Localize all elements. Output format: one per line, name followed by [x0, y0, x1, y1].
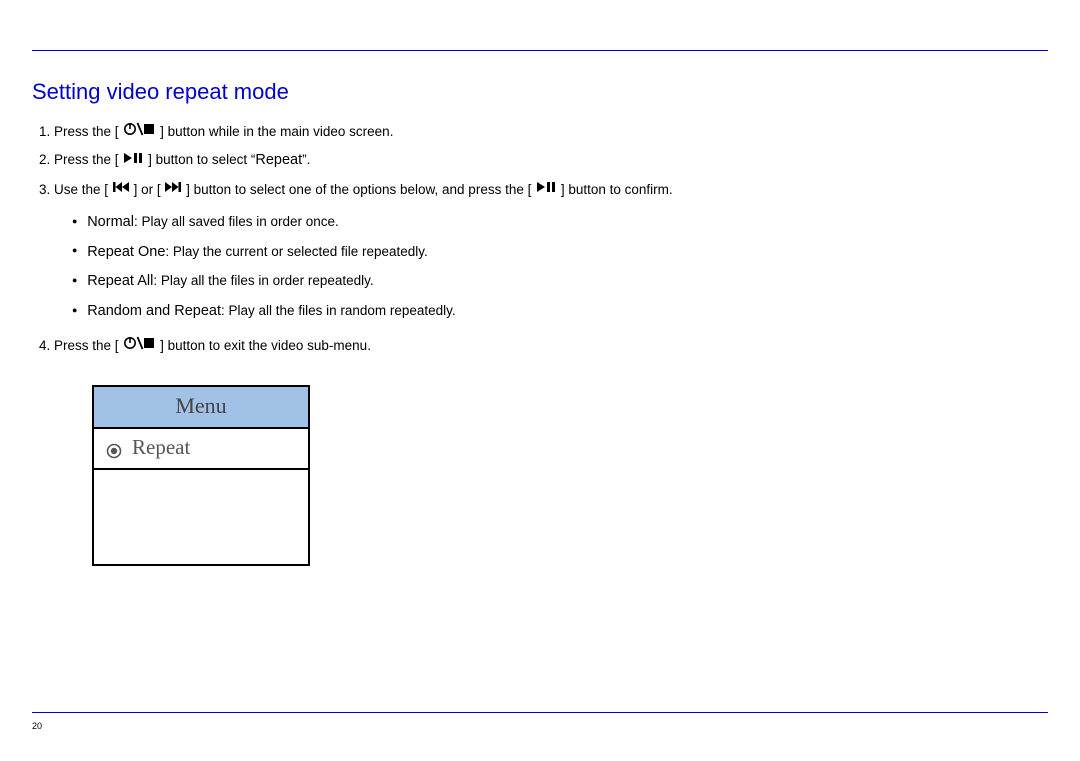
section-heading: Setting video repeat mode — [32, 79, 1048, 105]
option-normal-desc: : Play all saved files in order once. — [134, 214, 339, 229]
option-random-name: Random and Repeat — [87, 303, 221, 319]
option-normal-name: Normal — [87, 214, 134, 230]
option-normal: Normal: Play all saved files in order on… — [72, 209, 1048, 237]
step-2-text-b: ] button to select “ — [148, 152, 255, 167]
option-repeat-all-name: Repeat All — [87, 273, 153, 289]
page-number: 20 — [32, 721, 42, 731]
skip-back-icon — [113, 176, 129, 202]
instruction-list: Press the [ ] button while in the main v… — [32, 119, 1048, 359]
power-stop-icon — [123, 333, 155, 359]
step-1-text-b: ] button while in the main video screen. — [160, 124, 393, 139]
step-4-text-b: ] button to exit the video sub-menu. — [160, 338, 371, 353]
step-1-text-a: Press the [ — [54, 124, 119, 139]
power-stop-icon — [123, 119, 155, 145]
skip-forward-icon — [165, 176, 181, 202]
top-rule — [32, 50, 1048, 51]
step-3-text-b: ] or [ — [134, 182, 161, 197]
option-random-desc: : Play all the files in random repeatedl… — [221, 303, 456, 318]
options-list: Normal: Play all saved files in order on… — [54, 209, 1048, 325]
option-repeat-one-name: Repeat One — [87, 244, 165, 260]
menu-title: Menu — [94, 387, 308, 429]
play-pause-icon — [123, 147, 143, 173]
option-repeat-one: Repeat One: Play the current or selected… — [72, 239, 1048, 267]
option-repeat-all: Repeat All: Play all the files in order … — [72, 268, 1048, 296]
option-repeat-one-desc: : Play the current or selected file repe… — [165, 244, 427, 259]
step-4-text-a: Press the [ — [54, 338, 119, 353]
bottom-rule — [32, 712, 1048, 713]
option-repeat-all-desc: : Play all the files in order repeatedly… — [153, 273, 373, 288]
menu-item-label: Repeat — [132, 435, 190, 460]
play-pause-icon — [536, 176, 556, 202]
step-3-text-a: Use the [ — [54, 182, 108, 197]
menu-screenshot: Menu Repeat — [92, 385, 310, 566]
step-2-text-d: ”. — [302, 152, 310, 167]
option-random-repeat: Random and Repeat: Play all the files in… — [72, 298, 1048, 326]
step-3-text-c: ] button to select one of the options be… — [186, 182, 531, 197]
step-2: Press the [ ] button to select “Repeat”. — [54, 147, 1048, 175]
step-3-text-d: ] button to confirm. — [561, 182, 673, 197]
step-2-text-a: Press the [ — [54, 152, 119, 167]
step-2-repeat-word: Repeat — [255, 152, 302, 168]
step-4: Press the [ ] button to exit the video s… — [54, 333, 1048, 359]
step-3: Use the [ ] or [ ] button to select one … — [54, 177, 1048, 325]
radio-icon — [106, 440, 122, 456]
step-1: Press the [ ] button while in the main v… — [54, 119, 1048, 145]
menu-item-repeat: Repeat — [94, 429, 308, 470]
menu-empty-area — [94, 470, 308, 564]
